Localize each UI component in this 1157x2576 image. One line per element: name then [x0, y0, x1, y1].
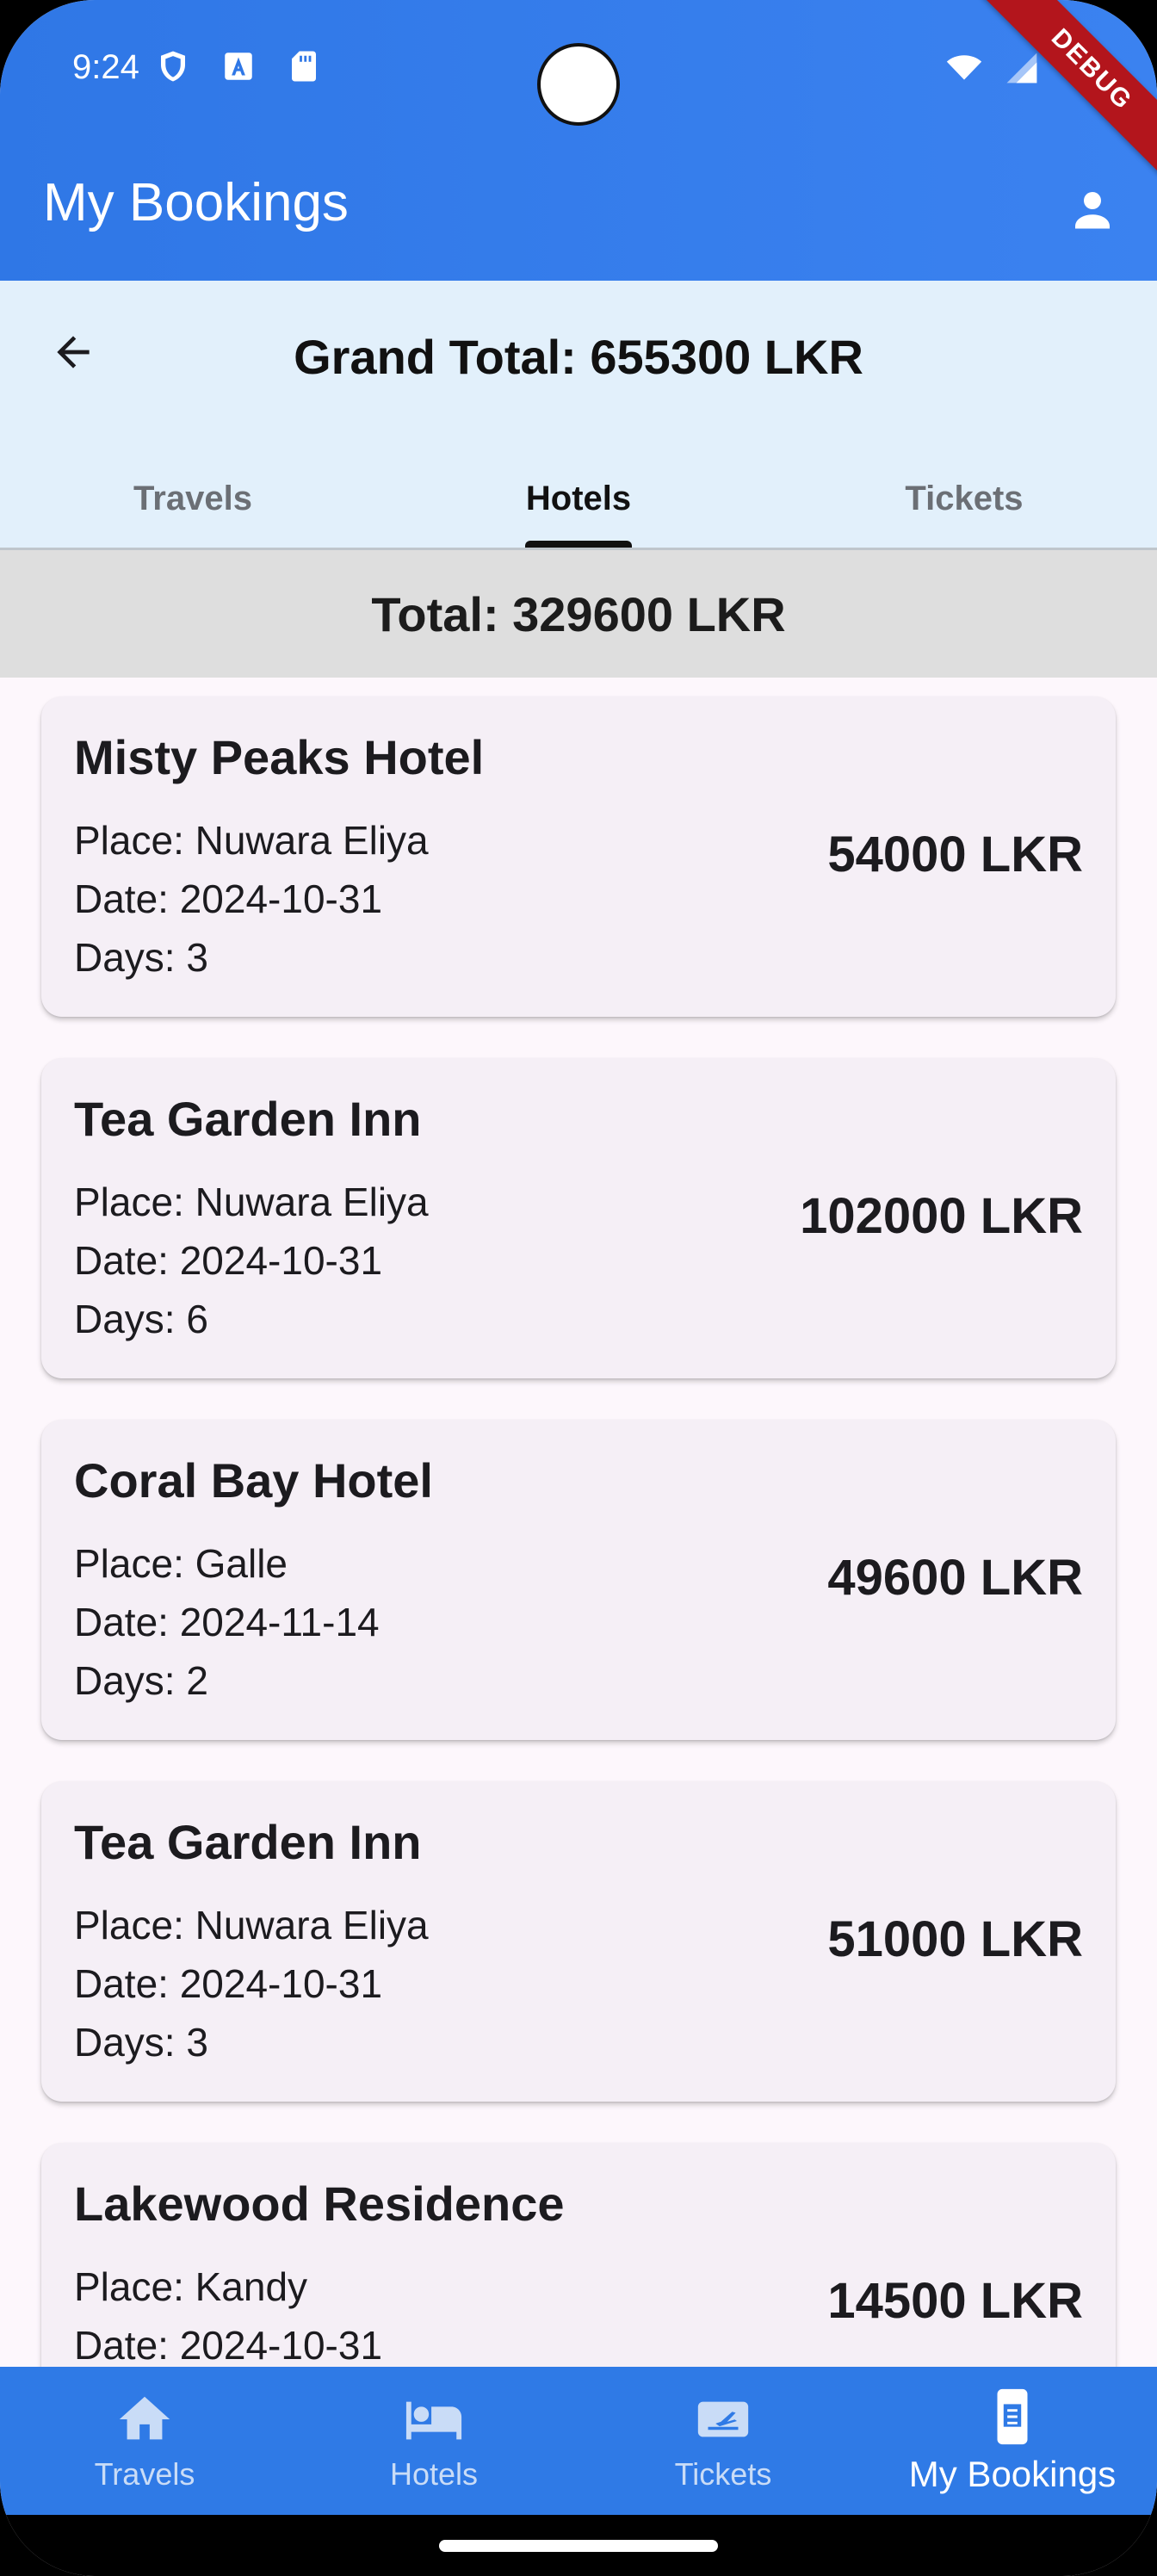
booking-card[interactable]: Tea Garden Inn Place: Nuwara Eliya Date:…	[41, 1058, 1116, 1378]
flight-ticket-icon	[697, 2401, 749, 2437]
app-bar: 9:24 DEBUG My Bookings	[0, 0, 1157, 281]
wifi-icon	[946, 55, 982, 80]
status-time: 9:24	[72, 48, 139, 86]
profile-button[interactable]	[1062, 179, 1123, 239]
section-total-bar: Total: 329600 LKR	[0, 550, 1157, 678]
booking-list[interactable]: Misty Peaks Hotel Place: Nuwara Eliya Da…	[0, 678, 1157, 2367]
font-a-icon	[225, 53, 252, 80]
booking-date: Date: 2024-11-14	[74, 1600, 380, 1644]
nav-hotels[interactable]: Hotels	[289, 2367, 578, 2515]
booking-days: Days: 3	[74, 935, 208, 980]
booking-days: Days: 2	[74, 1658, 208, 1703]
tab-hotels[interactable]: Hotels	[386, 448, 771, 549]
booking-date: Date: 2024-10-31	[74, 1961, 383, 2006]
sd-card-icon	[292, 51, 316, 82]
booking-place: Place: Nuwara Eliya	[74, 1180, 429, 1224]
nav-label: Tickets	[674, 2456, 772, 2492]
booking-date: Date: 2024-10-31	[74, 876, 383, 921]
booking-phone-icon	[997, 2388, 1028, 2445]
home-gesture-handle[interactable]	[439, 2540, 718, 2552]
bottom-navigation: Travels Hotels Tickets My Bookings	[0, 2367, 1157, 2515]
booking-price: 14500 LKR	[827, 2273, 1083, 2329]
hotel-name: Tea Garden Inn	[74, 1092, 422, 1146]
booking-place: Place: Nuwara Eliya	[74, 818, 429, 863]
booking-card[interactable]: Lakewood Residence Place: Kandy Date: 20…	[41, 2143, 1116, 2367]
grand-total-text: Grand Total: 655300 LKR	[294, 330, 863, 384]
person-icon	[1075, 192, 1110, 229]
page-title: My Bookings	[43, 173, 349, 232]
booking-price: 54000 LKR	[827, 827, 1083, 882]
booking-card[interactable]: Tea Garden Inn Place: Nuwara Eliya Date:…	[41, 1781, 1116, 2102]
nav-tickets[interactable]: Tickets	[578, 2367, 868, 2515]
booking-price: 51000 LKR	[827, 1911, 1083, 1967]
status-icons-left	[155, 48, 322, 84]
hotel-name: Coral Bay Hotel	[74, 1453, 433, 1508]
camera-cutout	[537, 43, 620, 126]
booking-card[interactable]: Coral Bay Hotel Place: Galle Date: 2024-…	[41, 1420, 1116, 1740]
tab-bar: Travels Hotels Tickets	[0, 448, 1157, 549]
nav-label: Hotels	[389, 2456, 479, 2492]
booking-place: Place: Galle	[74, 1541, 288, 1586]
bed-icon	[405, 2401, 462, 2440]
booking-days: Days: 6	[74, 1297, 208, 1341]
phone-screen: 9:24 DEBUG My Bookings Grand Total: 6553…	[0, 0, 1157, 2576]
shield-icon	[161, 51, 185, 82]
booking-card[interactable]: Misty Peaks Hotel Place: Nuwara Eliya Da…	[41, 697, 1116, 1017]
nav-label: Travels	[94, 2456, 195, 2492]
home-icon	[119, 2396, 170, 2440]
hotel-name: Misty Peaks Hotel	[74, 730, 485, 784]
booking-date: Date: 2024-10-31	[74, 2323, 383, 2367]
booking-date: Date: 2024-10-31	[74, 1238, 383, 1283]
signal-icon	[1006, 53, 1037, 84]
nav-label: My Bookings	[908, 2454, 1117, 2494]
booking-place: Place: Nuwara Eliya	[74, 1903, 429, 1947]
booking-price: 49600 LKR	[827, 1550, 1083, 1606]
hotel-name: Lakewood Residence	[74, 2177, 565, 2231]
booking-price: 102000 LKR	[800, 1188, 1083, 1244]
hotel-name: Tea Garden Inn	[74, 1815, 422, 1869]
booking-days: Days: 3	[74, 2020, 208, 2065]
nav-my-bookings[interactable]: My Bookings	[868, 2367, 1157, 2515]
tab-travels[interactable]: Travels	[0, 448, 386, 549]
nav-travels[interactable]: Travels	[0, 2367, 289, 2515]
tab-tickets[interactable]: Tickets	[771, 448, 1157, 549]
status-bar: 9:24	[0, 0, 1157, 138]
booking-place: Place: Kandy	[74, 2264, 308, 2309]
